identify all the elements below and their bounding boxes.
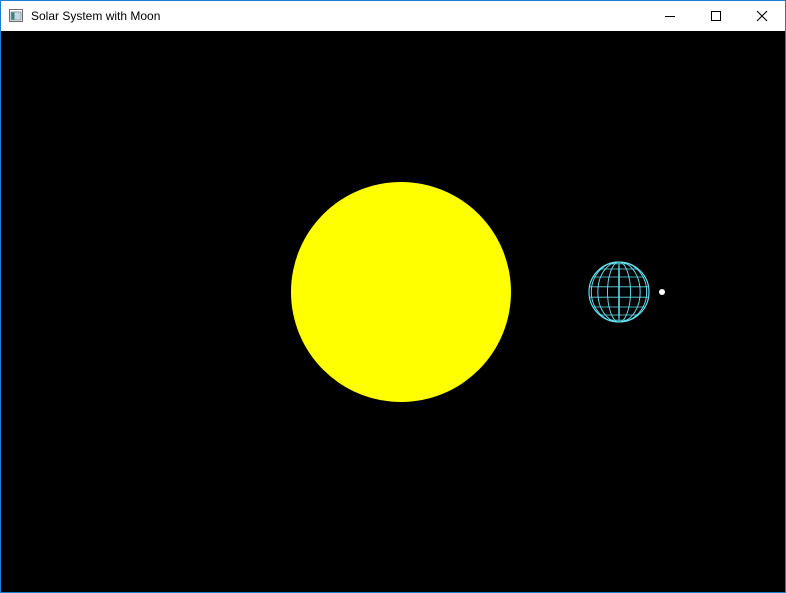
moon: [659, 289, 665, 295]
app-icon: [9, 9, 23, 22]
minimize-button[interactable]: [647, 1, 693, 31]
title-bar[interactable]: Solar System with Moon: [1, 1, 785, 31]
window-title: Solar System with Moon: [31, 9, 161, 23]
maximize-icon: [711, 11, 721, 21]
planet-longitude-line: [590, 261, 648, 323]
planet: [588, 261, 650, 323]
scene-svg: [291, 182, 665, 402]
maximize-button[interactable]: [693, 1, 739, 31]
minimize-icon: [665, 16, 675, 17]
close-icon: [756, 10, 768, 22]
planet-longitude-line: [607, 261, 631, 323]
sun: [291, 182, 511, 402]
close-button[interactable]: [739, 1, 785, 31]
app-window: Solar System with Moon: [0, 0, 786, 593]
planet-longitude-line: [618, 261, 621, 323]
render-canvas[interactable]: [1, 31, 785, 592]
planet-longitude-line: [597, 261, 641, 323]
